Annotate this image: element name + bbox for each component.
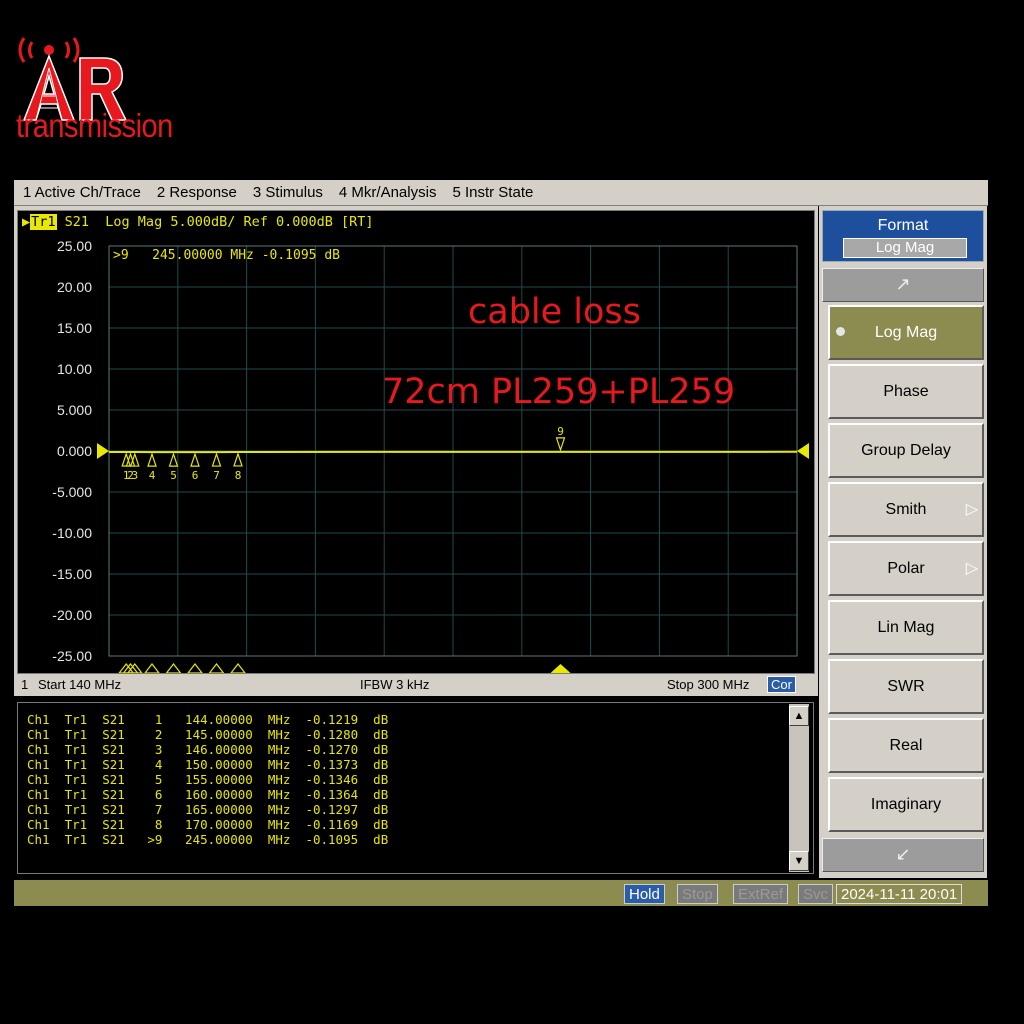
- marker-8-bottom-icon: [230, 663, 246, 673]
- marker-9-bottom-icon: [550, 664, 571, 673]
- ytick-label: -15.00: [52, 566, 92, 582]
- marker-5-icon: [168, 452, 179, 467]
- marker-7-bottom-icon: [208, 663, 225, 673]
- menu-up-button[interactable]: ↗: [822, 268, 984, 302]
- channel-status-bar: 1 Start 140 MHz IFBW 3 kHz Stop 300 MHz …: [17, 676, 813, 694]
- marker-row: Ch1 Tr1 S21 2 145.00000 MHz -0.1280 dB: [27, 727, 389, 742]
- softkey-log-mag[interactable]: Log Mag: [828, 305, 984, 360]
- trace-settings: S21 Log Mag 5.000dB/ Ref 0.000dB [RT]: [56, 214, 374, 230]
- ytick-label: 0.000: [56, 443, 92, 459]
- marker-5-label: 5: [170, 469, 177, 482]
- extref-indicator: ExtRef: [733, 884, 789, 904]
- selected-indicator-icon: [836, 327, 845, 336]
- marker-row: Ch1 Tr1 S21 1 144.00000 MHz -0.1219 dB: [27, 712, 389, 727]
- softkey-label: Log Mag: [874, 324, 938, 341]
- marker-5-bottom-icon: [165, 663, 182, 673]
- marker-row: Ch1 Tr1 S21 3 146.00000 MHz -0.1270 dB: [27, 742, 389, 757]
- menu-down-button[interactable]: ↙: [822, 838, 984, 872]
- ytick-label: 20.00: [56, 279, 92, 295]
- softkey-label: SWR: [887, 678, 925, 695]
- menu-mkr-analysis[interactable]: 4 Mkr/Analysis: [339, 184, 437, 201]
- softkey-real[interactable]: Real: [828, 718, 984, 773]
- marker-row: Ch1 Tr1 S21 >9 245.00000 MHz -0.1095 dB: [27, 832, 389, 847]
- menu-stimulus[interactable]: 3 Stimulus: [253, 184, 323, 201]
- softkey-imaginary[interactable]: Imaginary: [828, 777, 984, 832]
- marker-8-icon: [233, 452, 243, 467]
- ytick-label: -25.00: [52, 648, 92, 664]
- ytick-label: -5.000: [52, 484, 92, 500]
- hold-indicator[interactable]: Hold: [624, 884, 665, 904]
- softkey-label: Group Delay: [861, 442, 951, 459]
- menu-active-ch-trace[interactable]: 1 Active Ch/Trace: [23, 184, 141, 201]
- annotation-cable-loss: cable loss: [468, 292, 641, 332]
- marker-9-icon: [555, 437, 566, 452]
- softkey-label: Polar: [887, 560, 925, 577]
- softkey-label: Lin Mag: [877, 619, 935, 636]
- marker-table-scrollbar[interactable]: [789, 704, 809, 872]
- datetime-display: 2024-11-11 20:01: [836, 884, 963, 904]
- annotation-cable-type: 72cm PL259+PL259: [382, 372, 736, 412]
- trace-chart: 123 4 5 6 7 89: [97, 245, 809, 673]
- marker-9-label: 9: [557, 425, 564, 438]
- start-frequency[interactable]: Start 140 MHz: [38, 677, 121, 692]
- marker-table: Ch1 Tr1 S21 1 144.00000 MHz -0.1219 dB C…: [17, 702, 814, 874]
- marker-row: Ch1 Tr1 S21 7 165.00000 MHz -0.1297 dB: [27, 802, 389, 817]
- marker-row: Ch1 Tr1 S21 5 155.00000 MHz -0.1346 dB: [27, 772, 389, 787]
- marker-6-icon: [190, 452, 200, 467]
- menu-bar: 1 Active Ch/Trace 2 Response 3 Stimulus …: [14, 180, 988, 206]
- marker-row: Ch1 Tr1 S21 8 170.00000 MHz -0.1169 dB: [27, 817, 389, 832]
- ytick-label: 25.00: [56, 238, 92, 254]
- marker-6-label: 6: [192, 469, 199, 482]
- softkey-label: Phase: [883, 383, 929, 400]
- softkey-polar[interactable]: Polar ▷: [828, 541, 984, 596]
- marker-7-label: 7: [213, 469, 220, 482]
- scroll-down-button[interactable]: ▼: [789, 851, 809, 871]
- format-current-value: Log Mag: [843, 238, 967, 258]
- ytick-label: -10.00: [52, 525, 92, 541]
- submenu-arrow-icon: ▷: [965, 560, 978, 577]
- format-menu-header: Format Log Mag: [822, 210, 984, 262]
- trace-label[interactable]: Tr1: [30, 214, 57, 230]
- stop-frequency[interactable]: Stop 300 MHz: [667, 677, 749, 692]
- trace-window[interactable]: 123456789: [17, 210, 815, 674]
- marker-4-label: 4: [149, 469, 156, 482]
- softkey-label: Smith: [885, 501, 927, 518]
- format-title: Format: [877, 217, 929, 234]
- menu-instr-state[interactable]: 5 Instr State: [452, 184, 533, 201]
- ifbw[interactable]: IFBW 3 kHz: [360, 677, 429, 692]
- marker-4-bottom-icon: [144, 663, 160, 673]
- marker-6-bottom-icon: [187, 663, 203, 673]
- ytick-label: -20.00: [52, 607, 92, 623]
- softkey-phase[interactable]: Phase: [828, 364, 984, 419]
- marker-8-label: 8: [235, 469, 242, 482]
- logo-subtitle: transmission: [16, 108, 173, 145]
- channel-number: 1: [21, 677, 29, 692]
- marker-row: Ch1 Tr1 S21 4 150.00000 MHz -0.1373 dB: [27, 757, 389, 772]
- ytick-label: 15.00: [56, 320, 92, 336]
- marker-4-icon: [147, 452, 157, 467]
- trace-title: ▶Tr1 S21 Log Mag 5.000dB/ Ref 0.000dB [R…: [22, 214, 374, 230]
- marker-row: Ch1 Tr1 S21 6 160.00000 MHz -0.1364 dB: [27, 787, 389, 802]
- submenu-arrow-icon: ▷: [965, 501, 978, 518]
- softkey-label: Imaginary: [870, 796, 942, 813]
- scroll-up-button[interactable]: ▲: [789, 706, 809, 726]
- softkey-group-delay[interactable]: Group Delay: [828, 423, 984, 478]
- marker-3-label: 3: [131, 469, 138, 482]
- reference-arrow-left-icon: [97, 443, 109, 459]
- reference-arrow-right-icon: [797, 443, 809, 459]
- ytick-label: 5.000: [56, 402, 92, 418]
- correction-badge: Cor: [767, 676, 796, 693]
- menu-response[interactable]: 2 Response: [157, 184, 237, 201]
- svc-indicator: Svc: [798, 884, 834, 904]
- softkey-swr[interactable]: SWR: [828, 659, 984, 714]
- ytick-label: 10.00: [56, 361, 92, 377]
- softkey-smith[interactable]: Smith ▷: [828, 482, 984, 537]
- marker-7-icon: [211, 452, 222, 467]
- softkey-lin-mag[interactable]: Lin Mag: [828, 600, 984, 655]
- stop-indicator: Stop: [677, 884, 718, 904]
- active-marker-readout: >9 245.00000 MHz -0.1095 dB: [113, 248, 340, 263]
- softkey-label: Real: [889, 737, 923, 754]
